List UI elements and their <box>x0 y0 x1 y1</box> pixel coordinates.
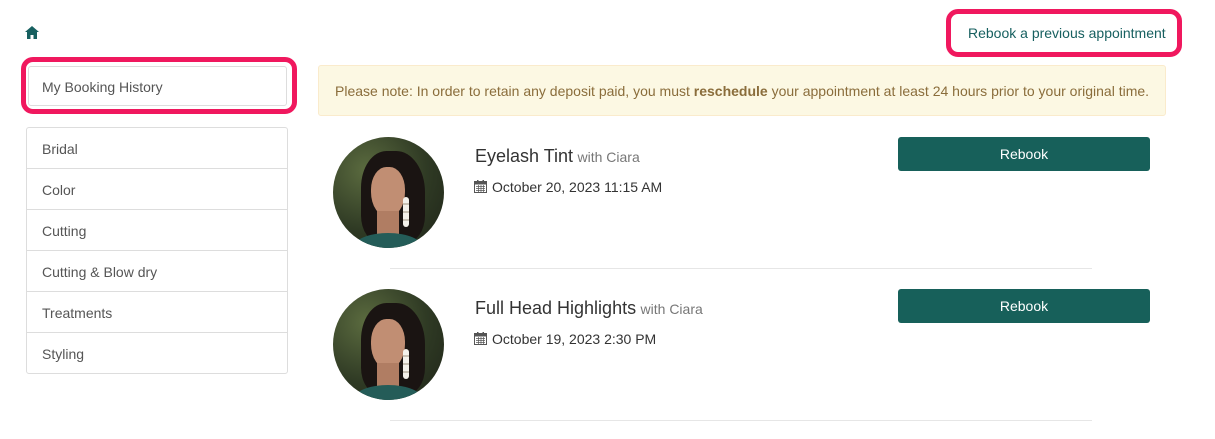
category-item-treatments[interactable]: Treatments <box>27 292 287 333</box>
stylist-avatar <box>333 137 444 248</box>
appointment-date: October 19, 2023 2:30 PM <box>474 331 656 347</box>
category-item-color[interactable]: Color <box>27 169 287 210</box>
appointment-card: Full Head Highlights with Ciara October … <box>318 289 1166 439</box>
category-item-cutting-blow-dry[interactable]: Cutting & Blow dry <box>27 251 287 292</box>
notice-text: Please note: In order to retain any depo… <box>335 83 694 99</box>
appointment-title: Eyelash Tint with Ciara <box>475 146 640 167</box>
appointment-datetime: October 19, 2023 2:30 PM <box>492 331 657 347</box>
staff-name: with Ciara <box>640 301 703 317</box>
staff-name: with Ciara <box>577 149 640 165</box>
appointment-title: Full Head Highlights with Ciara <box>475 298 703 319</box>
notice-emphasis: reschedule <box>693 83 768 99</box>
category-list: Bridal Color Cutting Cutting & Blow dry … <box>26 127 288 374</box>
service-name: Eyelash Tint <box>475 146 574 166</box>
service-name: Full Head Highlights <box>475 298 637 318</box>
calendar-icon <box>474 180 487 193</box>
category-item-bridal[interactable]: Bridal <box>27 128 287 169</box>
appointment-date: October 20, 2023 11:15 AM <box>474 179 662 195</box>
home-icon[interactable] <box>25 26 39 39</box>
rebook-previous-appointment-link[interactable]: Rebook a previous appointment <box>968 25 1166 41</box>
category-item-cutting[interactable]: Cutting <box>27 210 287 251</box>
category-item-styling[interactable]: Styling <box>27 333 287 373</box>
appointment-card: Eyelash Tint with Ciara October 20, 2023… <box>318 137 1166 287</box>
stylist-avatar <box>333 289 444 400</box>
rebook-button[interactable]: Rebook <box>898 289 1150 323</box>
deposit-notice: Please note: In order to retain any depo… <box>318 65 1166 116</box>
appointment-datetime: October 20, 2023 11:15 AM <box>492 179 663 195</box>
divider <box>390 268 1092 269</box>
rebook-button[interactable]: Rebook <box>898 137 1150 171</box>
divider <box>390 420 1092 421</box>
notice-text-end: your appointment at least 24 hours prior… <box>767 83 1150 99</box>
my-booking-history-button[interactable]: My Booking History <box>28 66 287 106</box>
calendar-icon <box>474 332 487 345</box>
